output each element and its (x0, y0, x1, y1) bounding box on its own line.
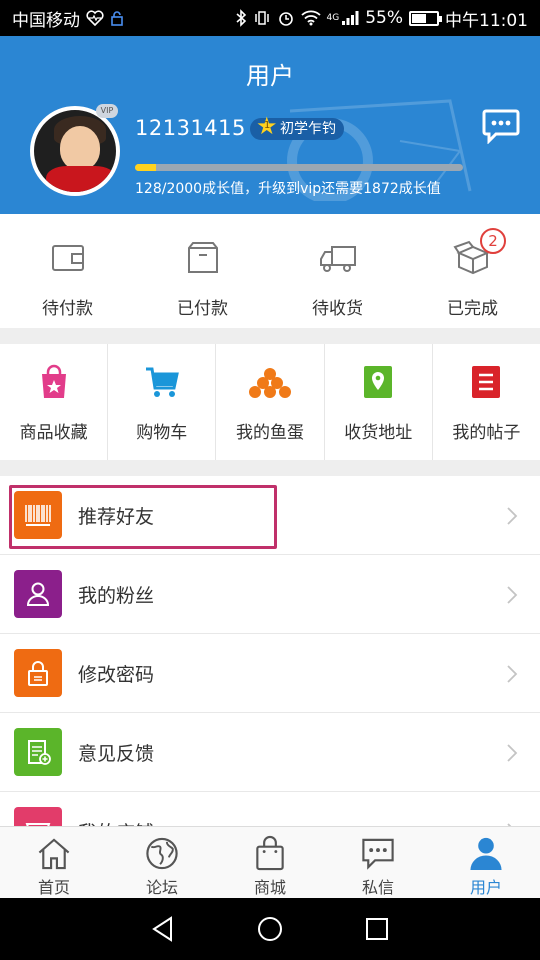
wifi-icon (300, 10, 321, 26)
order-pending-payment[interactable]: 待付款 (0, 214, 135, 328)
home-icon (38, 838, 70, 870)
list-label: 意见反馈 (78, 742, 155, 765)
order-label: 已付款 (177, 299, 228, 319)
grid-label: 我的鱼蛋 (236, 423, 304, 443)
tab-label: 首页 (37, 878, 70, 897)
back-icon[interactable] (149, 915, 177, 943)
chevron-right-icon (507, 744, 518, 762)
recents-icon[interactable] (363, 915, 391, 943)
menu-list: 推荐好友 我的粉丝 修改密码 意见反馈 我的店铺 (0, 476, 540, 826)
carrier-label: 中国移动 (12, 10, 80, 31)
grid-item-address[interactable]: 收货地址 (325, 344, 433, 460)
feature-grid: 商品收藏 购物车 我的鱼蛋 收货地址 我的帖子 (0, 344, 540, 460)
chat-icon (362, 838, 394, 870)
order-status-row: 待付款 已付款 待收货 2 已完成 (0, 214, 540, 328)
list-label: 修改密码 (78, 663, 155, 686)
avatar[interactable] (30, 106, 120, 196)
package-icon (187, 242, 218, 273)
vip-tag: VIP (96, 104, 118, 118)
posts-icon (472, 366, 501, 398)
user-icon (470, 837, 502, 871)
vibrate-icon (253, 10, 271, 26)
username: 12131415 (135, 116, 246, 140)
grid-label: 购物车 (136, 423, 188, 443)
shopping-bag-icon (256, 835, 284, 871)
page-title: 用户 (246, 62, 294, 90)
order-completed[interactable]: 2 已完成 (405, 214, 540, 328)
list-item-change-password[interactable]: 修改密码 (0, 634, 540, 713)
shopping-bag-star-icon (41, 364, 66, 398)
tab-home[interactable]: 首页 (0, 827, 108, 898)
list-item-my-fans[interactable]: 我的粉丝 (0, 555, 540, 634)
grid-label: 收货地址 (344, 423, 413, 443)
tab-label: 用户 (469, 878, 502, 897)
order-paid[interactable]: 已付款 (135, 214, 270, 328)
tab-label: 私信 (361, 878, 394, 897)
tab-label: 论坛 (145, 878, 178, 897)
profile-header: 用户 VIP 12131415 ★ 1 初学乍钓 128/2000成长值，升级到… (0, 36, 540, 214)
network-type-label: 4G (326, 13, 340, 23)
clock: 中午11:01 (445, 10, 528, 31)
growth-progress-bar (135, 164, 463, 171)
list-label: 我的店铺 (78, 818, 154, 827)
chevron-right-icon (507, 665, 518, 683)
lock-icon (14, 649, 62, 697)
grid-label: 商品收藏 (19, 423, 88, 443)
grid-item-fish-eggs[interactable]: 我的鱼蛋 (216, 344, 325, 460)
cart-icon (145, 367, 179, 397)
tab-forum[interactable]: 论坛 (108, 827, 216, 898)
truck-icon (319, 246, 356, 272)
alarm-icon (277, 9, 295, 27)
lock-notification-icon (110, 10, 124, 26)
home-circle-icon[interactable] (256, 915, 284, 943)
order-label: 已完成 (447, 299, 498, 319)
grid-label: 我的帖子 (452, 423, 521, 443)
list-item-recommend-friends[interactable]: 推荐好友 (0, 476, 540, 555)
system-nav-bar (0, 898, 540, 960)
battery-icon (409, 10, 442, 26)
level-number: 1 (264, 120, 271, 131)
list-label: 我的粉丝 (78, 584, 155, 607)
heart-rate-icon (86, 10, 104, 26)
globe-icon (146, 837, 178, 870)
tab-user[interactable]: 用户 (432, 827, 540, 898)
grid-item-cart[interactable]: 购物车 (108, 344, 217, 460)
fish-eggs-icon (249, 368, 291, 398)
wallet-icon (51, 245, 84, 271)
bottom-tab-bar: 首页 论坛 商城 私信 用户 (0, 826, 540, 898)
signal-icon: 4G (327, 10, 360, 26)
grid-item-favorites[interactable]: 商品收藏 (0, 344, 109, 460)
location-book-icon (364, 366, 393, 398)
growth-progress-text: 128/2000成长值，升级到vip还需要1872成长值 (135, 181, 441, 197)
tab-label: 商城 (253, 878, 286, 897)
order-label: 待付款 (42, 299, 93, 319)
shop-icon (14, 807, 62, 826)
bluetooth-icon (235, 9, 247, 27)
barcode-icon (14, 491, 62, 539)
battery-percent: 55% (365, 8, 403, 28)
level-name: 初学乍钓 (280, 121, 336, 137)
growth-progress-fill (135, 164, 156, 171)
message-icon[interactable] (482, 108, 520, 144)
tab-mall[interactable]: 商城 (216, 827, 324, 898)
status-bar: 中国移动 4G 55% 中午11:01 (0, 0, 540, 36)
order-awaiting-delivery[interactable]: 待收货 (270, 214, 405, 328)
list-item-my-shop[interactable]: 我的店铺 (0, 792, 540, 826)
level-badge: ★ 1 初学乍钓 (250, 114, 344, 140)
order-count-badge: 2 (480, 228, 506, 254)
chevron-right-icon (507, 507, 518, 525)
grid-item-posts[interactable]: 我的帖子 (433, 344, 540, 460)
feedback-icon (14, 728, 62, 776)
tab-messages[interactable]: 私信 (324, 827, 432, 898)
user-icon (14, 570, 62, 618)
chevron-right-icon (507, 586, 518, 604)
list-label: 推荐好友 (78, 505, 155, 528)
list-item-feedback[interactable]: 意见反馈 (0, 713, 540, 792)
order-label: 待收货 (312, 299, 363, 319)
